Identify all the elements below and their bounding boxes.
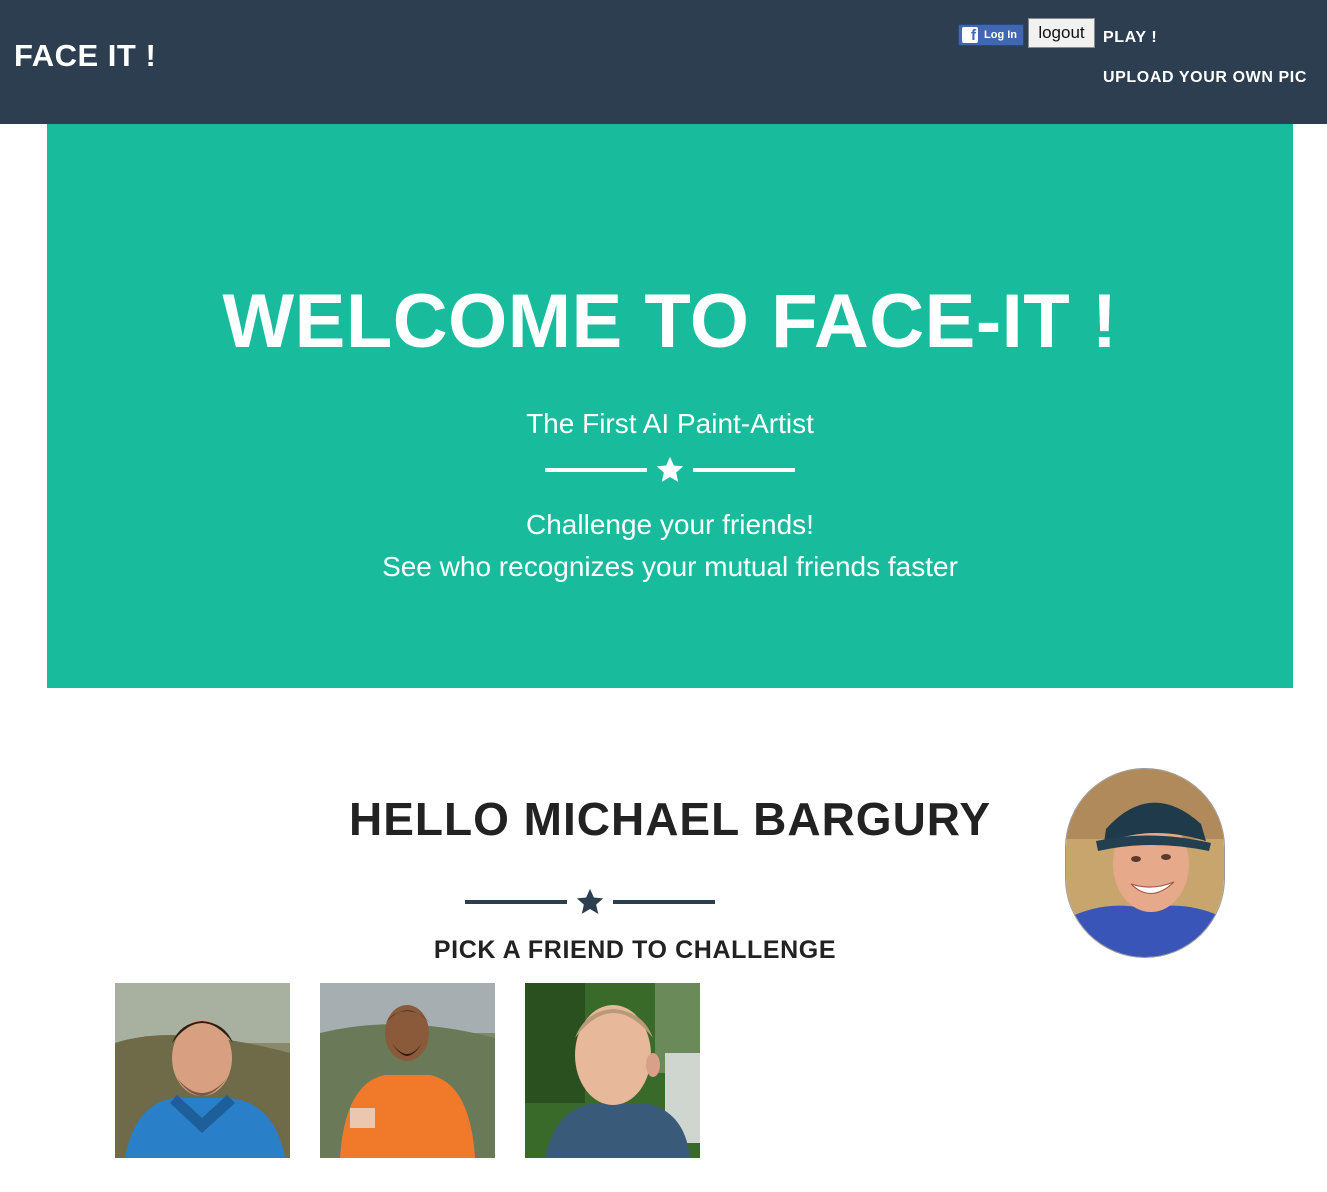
hero-star-divider xyxy=(545,453,795,487)
friend-card-3[interactable] xyxy=(525,983,700,1158)
hero-subtitle: The First AI Paint-Artist xyxy=(526,408,814,439)
facebook-icon: f xyxy=(962,27,978,43)
friend-card-2[interactable] xyxy=(320,983,495,1158)
friend-card-1[interactable] xyxy=(115,983,290,1158)
hero-challenge-text: Challenge your friends! xyxy=(526,509,814,540)
divider-line xyxy=(613,900,715,904)
pick-friend-heading: PICK A FRIEND TO CHALLENGE xyxy=(433,936,837,964)
nav-upload-link[interactable]: UPLOAD YOUR OWN PIC xyxy=(1103,69,1307,87)
facebook-login-button[interactable]: f Log In xyxy=(958,24,1024,46)
divider-line xyxy=(693,468,795,472)
star-icon xyxy=(573,885,607,919)
facebook-icon-glyph: f xyxy=(971,27,976,43)
user-avatar xyxy=(1065,768,1225,958)
divider-line xyxy=(465,900,567,904)
navbar: FACE IT ! f Log In logout PLAY ! UPLOAD … xyxy=(0,0,1327,124)
nav-play-link[interactable]: PLAY ! xyxy=(1103,29,1157,47)
logout-button[interactable]: logout xyxy=(1028,18,1095,48)
divider-line xyxy=(545,468,647,472)
star-icon xyxy=(653,453,687,487)
hero-section: WELCOME TO FACE-IT ! The First AI Paint-… xyxy=(47,124,1293,688)
facebook-login-label: Log In xyxy=(984,29,1017,41)
brand-logo[interactable]: FACE IT ! xyxy=(14,38,156,74)
content-star-divider xyxy=(465,885,715,919)
hero-description-text: See who recognizes your mutual friends f… xyxy=(382,551,958,582)
hero-title: WELCOME TO FACE-IT ! xyxy=(222,279,1118,364)
